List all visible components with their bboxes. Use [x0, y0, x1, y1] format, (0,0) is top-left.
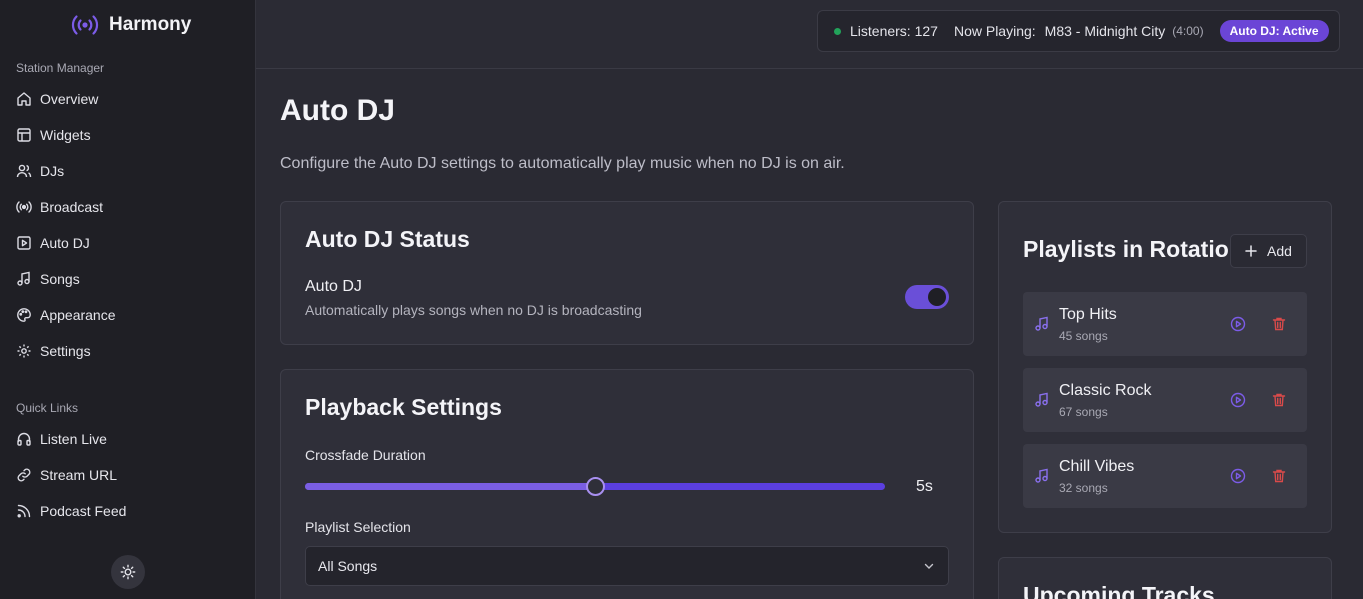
- playlists-rotation-card: Playlists in Rotation Add Top Hits 45 so…: [998, 201, 1332, 533]
- crossfade-value: 5s: [916, 478, 933, 495]
- online-indicator: [834, 27, 841, 35]
- playlist-name: Classic Rock: [1059, 382, 1152, 399]
- playlist-select[interactable]: All Songs: [305, 546, 949, 586]
- music-icon: [1035, 316, 1048, 331]
- play-circle-icon[interactable]: [1230, 316, 1246, 332]
- playback-settings-card: Playback Settings Crossfade Duration 5s …: [280, 369, 974, 599]
- card-title: Playback Settings: [305, 394, 502, 420]
- playlist-item: Classic Rock 67 songs: [1023, 368, 1307, 432]
- sidebar-item-overview[interactable]: Overview: [16, 88, 98, 110]
- toggle-label: Auto DJ: [305, 278, 362, 295]
- sidebar-item-label: Auto DJ: [40, 235, 90, 251]
- now-playing-label: Now Playing:: [953, 23, 1036, 39]
- sidebar-item-label: Widgets: [40, 127, 91, 143]
- playlist-count: 45 songs: [1059, 329, 1108, 343]
- sidebar-item-label: Settings: [40, 343, 91, 359]
- auto-dj-toggle[interactable]: [905, 285, 949, 309]
- sidebar-item-appearance[interactable]: Appearance: [16, 304, 116, 326]
- music-icon: [1035, 468, 1048, 483]
- page-title: Auto DJ: [280, 94, 395, 127]
- sidebar-link-label: Podcast Feed: [40, 503, 127, 519]
- auto-dj-status-badge: Auto DJ: Active: [1219, 20, 1329, 42]
- add-playlist-button[interactable]: Add: [1230, 234, 1307, 268]
- plus-icon: [1245, 245, 1257, 257]
- sidebar-item-label: Overview: [40, 91, 99, 107]
- page-description: Configure the Auto DJ settings to automa…: [280, 155, 845, 172]
- now-playing-track: M83 - Midnight City: [1044, 23, 1166, 39]
- card-title: Playlists in Rotation: [1023, 236, 1243, 262]
- trash-icon[interactable]: [1271, 468, 1287, 484]
- sidebar-link-stream-url[interactable]: Stream URL: [16, 464, 117, 486]
- broadcast-icon: [70, 12, 100, 38]
- music-icon: [17, 271, 30, 286]
- crossfade-slider[interactable]: [305, 477, 885, 496]
- sun-icon: [120, 564, 136, 580]
- playlist-item: Top Hits 45 songs: [1023, 292, 1307, 356]
- gear-icon: [17, 344, 31, 358]
- sidebar-item-broadcast[interactable]: Broadcast: [16, 196, 103, 218]
- sidebar-item-widgets[interactable]: Widgets: [16, 124, 91, 146]
- add-label: Add: [1267, 243, 1292, 259]
- auto-dj-status-card: Auto DJ Status Auto DJ Automatically pla…: [280, 201, 974, 345]
- sidebar-item-label: Appearance: [40, 307, 116, 323]
- brand[interactable]: Harmony: [70, 12, 191, 38]
- upcoming-tracks-card: Upcoming Tracks: [998, 557, 1332, 599]
- topbar: Listeners: 127 Now Playing: M83 - Midnig…: [256, 0, 1363, 69]
- layout-icon: [17, 128, 31, 142]
- brand-name: Harmony: [109, 14, 192, 35]
- slider-fill: [305, 483, 595, 490]
- sidebar-item-settings[interactable]: Settings: [16, 340, 91, 362]
- trash-icon[interactable]: [1271, 316, 1287, 332]
- users-icon: [16, 164, 32, 178]
- crossfade-label: Crossfade Duration: [305, 447, 426, 463]
- section-label-quick-links: Quick Links: [16, 401, 79, 415]
- toggle-knob: [928, 288, 946, 306]
- radio-icon: [16, 201, 32, 213]
- sidebar-link-label: Listen Live: [40, 431, 107, 447]
- link-icon: [17, 468, 31, 482]
- theme-toggle-button[interactable]: [111, 555, 145, 589]
- slider-thumb[interactable]: [586, 477, 605, 496]
- sidebar-item-label: Broadcast: [40, 199, 104, 215]
- playlist-select-value: All Songs: [318, 558, 378, 574]
- section-label-station-manager: Station Manager: [16, 61, 105, 75]
- palette-icon: [17, 308, 31, 322]
- now-playing-status: Listeners: 127 Now Playing: M83 - Midnig…: [817, 10, 1340, 52]
- rss-icon: [17, 504, 31, 518]
- playlist-name: Top Hits: [1059, 306, 1117, 323]
- chevron-down-icon: [924, 563, 934, 569]
- card-title: Auto DJ Status: [305, 226, 470, 252]
- playlist-selection-label: Playlist Selection: [305, 519, 411, 535]
- playlist-item: Chill Vibes 32 songs: [1023, 444, 1307, 508]
- playlist-count: 67 songs: [1059, 405, 1108, 419]
- now-playing-duration: (4:00): [1172, 24, 1204, 38]
- sidebar-link-podcast-feed[interactable]: Podcast Feed: [16, 500, 126, 522]
- play-square-icon: [17, 236, 31, 250]
- play-circle-icon[interactable]: [1230, 392, 1246, 408]
- sidebar-link-listen-live[interactable]: Listen Live: [16, 428, 107, 450]
- sidebar-link-label: Stream URL: [40, 467, 118, 483]
- sidebar-item-djs[interactable]: DJs: [16, 160, 64, 182]
- playlist-name: Chill Vibes: [1059, 458, 1135, 475]
- sidebar-item-songs[interactable]: Songs: [16, 268, 80, 290]
- sidebar-item-label: Songs: [40, 271, 80, 287]
- sidebar-item-label: DJs: [40, 163, 65, 179]
- headphones-icon: [17, 432, 31, 446]
- listeners-count: Listeners: 127: [850, 23, 938, 39]
- music-icon: [1035, 392, 1048, 407]
- card-title: Upcoming Tracks: [1023, 582, 1215, 599]
- trash-icon[interactable]: [1271, 392, 1287, 408]
- sidebar: Harmony Station Manager Overview Widgets…: [0, 0, 256, 599]
- playlist-count: 32 songs: [1059, 481, 1108, 495]
- home-icon: [17, 92, 31, 106]
- toggle-description: Automatically plays songs when no DJ is …: [305, 302, 642, 318]
- sidebar-item-auto-dj[interactable]: Auto DJ: [16, 232, 90, 254]
- play-circle-icon[interactable]: [1230, 468, 1246, 484]
